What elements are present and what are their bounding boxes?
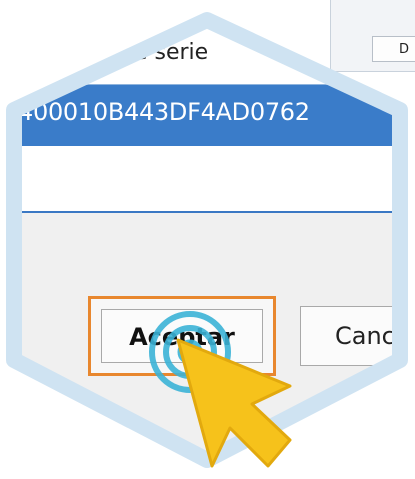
tutorial-frame: D de serie 400010B443DF4AD0762 Aceptar C… — [0, 0, 415, 479]
background-window-button[interactable]: D — [372, 36, 415, 62]
serial-number-label: de serie — [120, 40, 209, 65]
accept-button[interactable]: Aceptar — [101, 309, 263, 363]
serial-number-value: 400010B443DF4AD0762 — [18, 98, 310, 126]
serial-list-area[interactable] — [14, 146, 400, 212]
serial-number-selected-row[interactable]: 400010B443DF4AD0762 — [14, 84, 400, 147]
cancel-button[interactable]: Cance — [300, 306, 400, 366]
accept-button-highlight: Aceptar — [88, 296, 276, 376]
